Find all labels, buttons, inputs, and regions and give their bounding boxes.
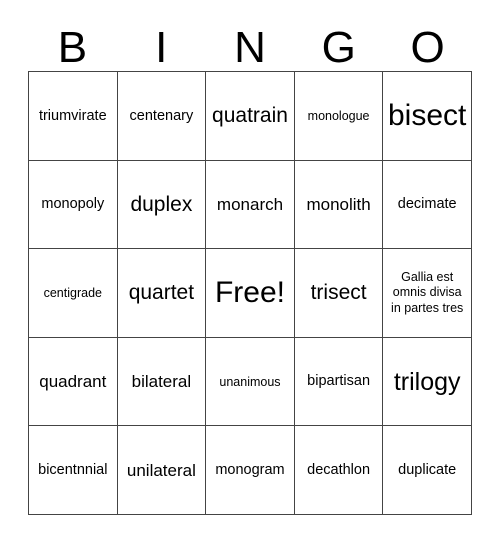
bingo-header-letter-o: O [410,23,445,72]
bingo-cell-text: trisect [310,281,367,305]
bingo-cell-text: centenary [129,107,194,124]
bingo-free-space-text: Free! [214,276,285,310]
bingo-cell-g1[interactable]: monologue [294,72,384,161]
bingo-cell-o3[interactable]: Gallia est omnis divisa in partes tres [383,249,472,338]
bingo-cell-text: decimate [397,196,457,213]
bingo-cell-b2[interactable]: monopoly [29,160,118,250]
bingo-cell-i1[interactable]: centenary [117,72,207,161]
bingo-cell-text: unanimous [219,374,281,389]
bingo-cell-text: decathlon [307,462,371,479]
bingo-cell-n4[interactable]: unanimous [206,337,295,427]
bingo-cell-text: quadrant [39,372,107,392]
bingo-cell-i5[interactable]: unilateral [117,426,207,515]
bingo-cell-i4[interactable]: bilateral [117,337,207,427]
bingo-cell-text: bisect [388,99,467,132]
bingo-cell-text: Gallia est omnis divisa in partes tres [391,270,464,315]
bingo-grid: triumvirate centenary quatrain monologue… [28,71,472,515]
bingo-cell-text: duplicate [398,462,457,479]
bingo-cell-o4[interactable]: trilogy [383,337,472,427]
bingo-cell-b5[interactable]: bicentnnial [29,426,118,515]
bingo-cell-b3[interactable]: centigrade [29,249,118,338]
bingo-header-letter-i: I [155,23,168,72]
bingo-cell-o2[interactable]: decimate [383,160,472,250]
bingo-cell-text: quartet [128,281,195,305]
bingo-cell-text: unilateral [126,460,196,480]
bingo-card: B I N G O triumvirate centenary quatrain… [0,0,500,544]
bingo-header-letter-n: N [234,23,266,72]
bingo-cell-text: quatrain [212,104,288,128]
bingo-cell-text: centigrade [43,285,102,300]
bingo-cell-i2[interactable]: duplex [117,160,207,250]
bingo-cell-n2[interactable]: monarch [206,160,295,250]
bingo-cell-g4[interactable]: bipartisan [294,337,384,427]
bingo-cell-text: monarch [216,194,284,214]
bingo-cell-text: monologue [307,108,370,123]
bingo-cell-text: triumvirate [38,107,107,124]
bingo-cell-o5[interactable]: duplicate [383,426,472,515]
bingo-cell-text: bicentnnial [38,462,108,479]
bingo-cell-i3[interactable]: quartet [117,249,207,338]
bingo-cell-free-space[interactable]: Free! [206,249,295,338]
bingo-cell-n5[interactable]: monogram [206,426,295,515]
bingo-cell-g5[interactable]: decathlon [294,426,384,515]
bingo-cell-text: monolith [306,194,371,214]
bingo-header-letter-g: G [321,23,356,72]
bingo-cell-n1[interactable]: quatrain [206,72,295,161]
bingo-cell-b1[interactable]: triumvirate [29,72,118,161]
bingo-cell-text: bipartisan [307,373,371,390]
bingo-cell-text: bilateral [131,372,192,392]
bingo-cell-text: monopoly [41,196,105,213]
bingo-header-letter-b: B [57,23,88,72]
bingo-cell-g3[interactable]: trisect [294,249,384,338]
bingo-header-row: B I N G O [28,14,472,71]
bingo-cell-o1[interactable]: bisect [383,72,472,161]
bingo-cell-b4[interactable]: quadrant [29,337,118,427]
bingo-cell-text: duplex [130,192,193,216]
bingo-cell-g2[interactable]: monolith [294,160,384,250]
bingo-cell-text: monogram [215,462,285,479]
bingo-cell-text: trilogy [393,367,461,396]
